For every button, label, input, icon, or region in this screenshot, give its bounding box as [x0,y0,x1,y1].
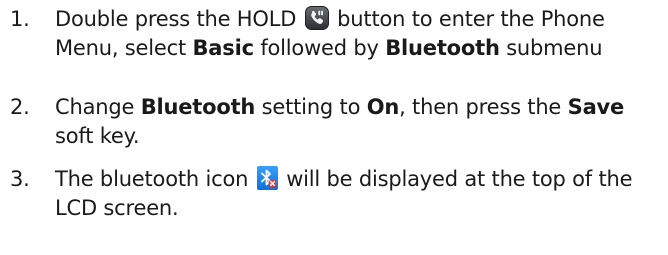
step-text-part: soft key. [55,124,140,148]
step-text-part: Double press the HOLD [55,7,297,31]
step-text-part: The bluetooth icon [55,167,249,191]
step-number: 3. [10,167,30,191]
step-text: Double press the HOLD button to enter th [55,5,660,63]
menu-item-name: Bluetooth [385,36,500,60]
setting-name: Bluetooth [140,95,256,119]
hold-button-icon [304,6,329,30]
step-number: 1. [10,7,30,31]
menu-item-name: Basic [192,36,255,60]
step-number: 2. [10,95,30,119]
soft-key-name: Save [567,95,625,119]
setting-value: On [366,95,400,119]
step-text-part: , then press the [399,95,562,119]
bluetooth-status-icon [256,166,278,190]
step-text-part: submenu [506,36,603,60]
step-text: Change Bluetooth setting to On, then pre… [55,93,660,151]
step-text-part: followed by [260,36,379,60]
step-text: The bluetooth icon will be displayed at [55,165,660,223]
step-text-part: Change [55,95,135,119]
step-text-part: setting to [261,95,361,119]
